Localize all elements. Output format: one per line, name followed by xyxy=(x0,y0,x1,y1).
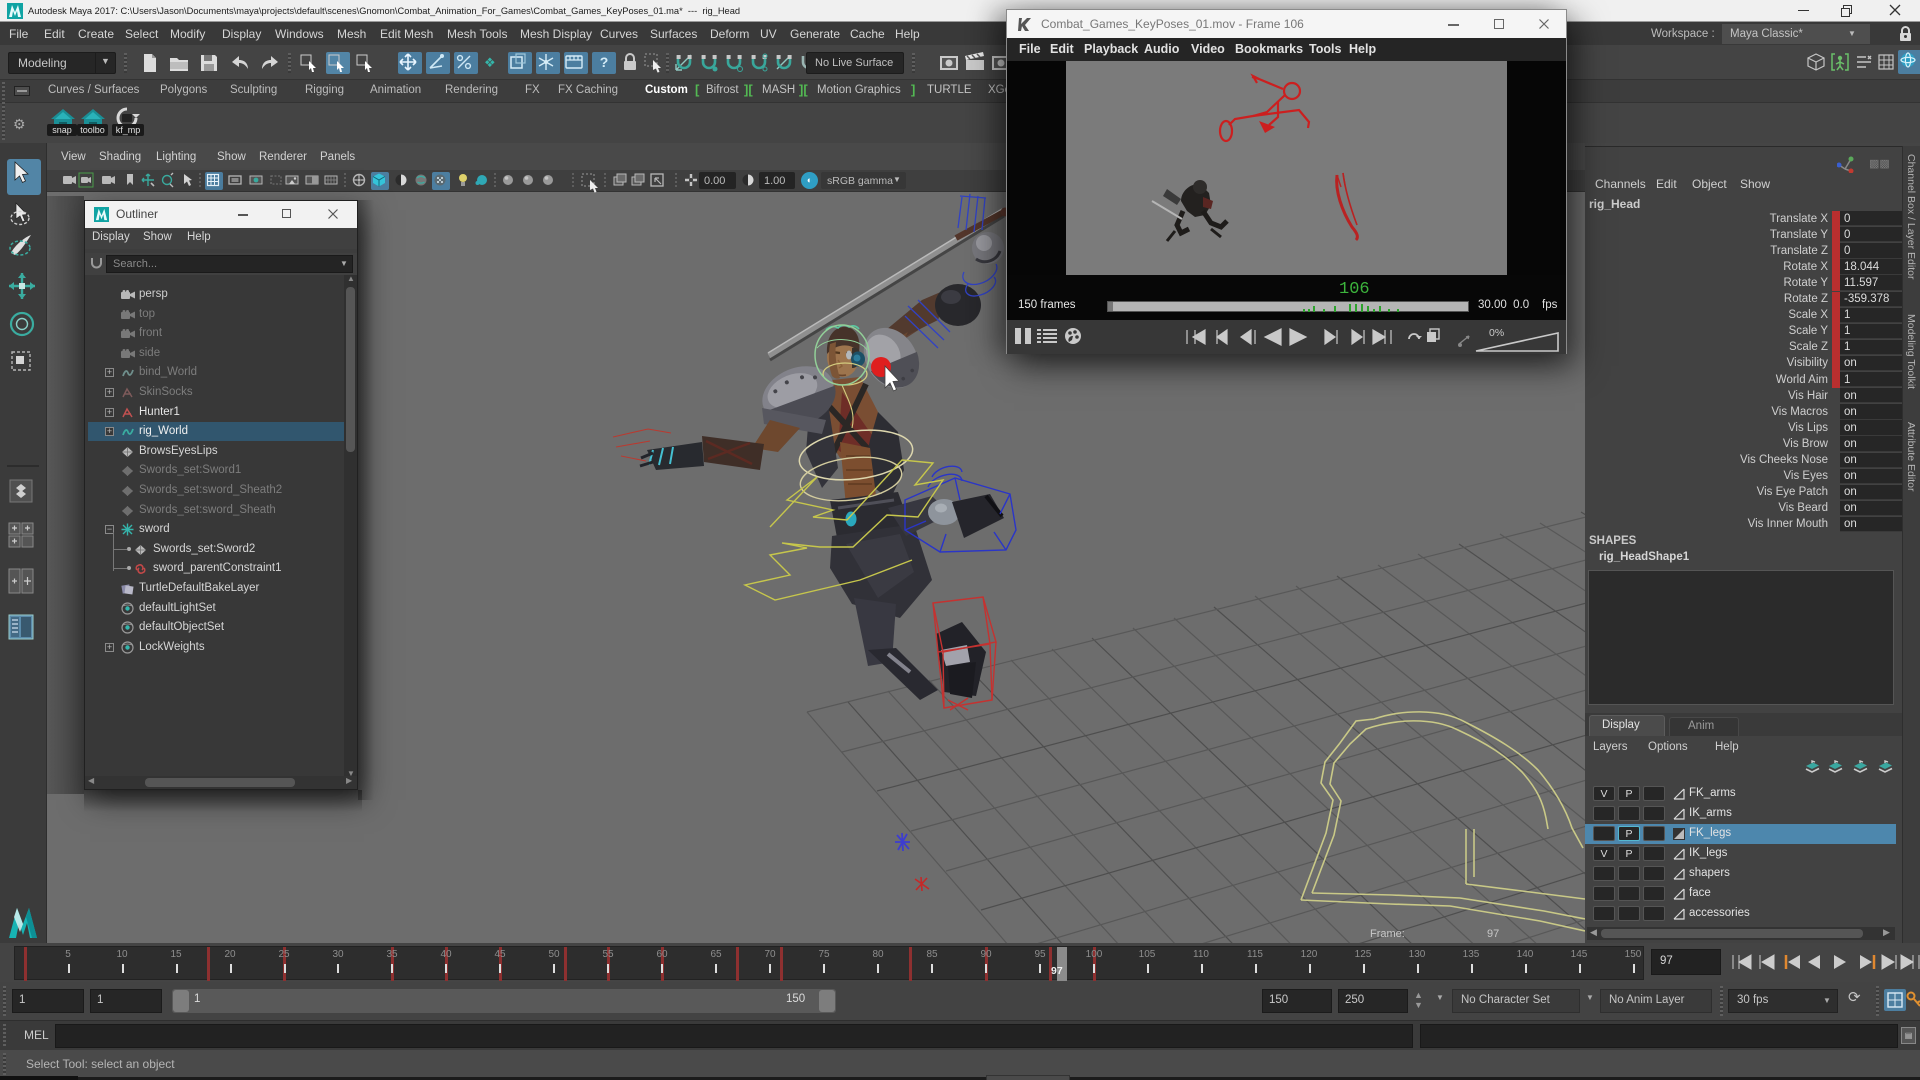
svg-text:Frame:: Frame: xyxy=(1370,928,1405,940)
svg-text:97: 97 xyxy=(1487,928,1499,940)
